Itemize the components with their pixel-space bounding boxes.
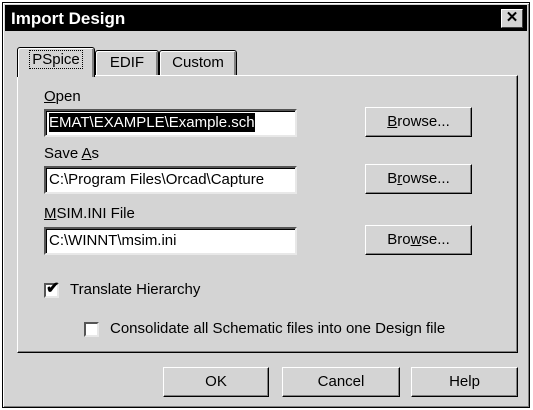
dialog-title: Import Design [11, 9, 126, 28]
consolidate-checkbox[interactable] [84, 322, 99, 337]
tab-edif-label: EDIF [109, 54, 145, 71]
open-field[interactable]: EMAT\EXAMPLE\Example.sch [44, 109, 297, 137]
close-icon: ✕ [505, 9, 519, 26]
translate-hierarchy-label: Translate Hierarchy [70, 281, 201, 298]
checkmark-icon: ✔ [46, 280, 60, 297]
save-as-label: Save As [44, 145, 100, 162]
save-as-field-value: C:\Program Files\Orcad\Capture [49, 171, 265, 188]
open-browse-button[interactable]: Browse... [365, 107, 472, 137]
close-button[interactable]: ✕ [501, 9, 523, 28]
msim-ini-browse-button[interactable]: Browse... [365, 225, 472, 255]
ok-button[interactable]: OK [163, 367, 269, 397]
tab-custom-label: Custom [172, 54, 224, 71]
tab-edif[interactable]: EDIF [95, 50, 159, 76]
save-as-browse-button[interactable]: Browse... [365, 164, 472, 194]
translate-hierarchy-checkbox[interactable]: ✔ [44, 280, 60, 298]
title-bar[interactable]: Import Design ✕ [5, 5, 527, 31]
cancel-button[interactable]: Cancel [282, 367, 400, 397]
help-button[interactable]: Help [411, 367, 518, 397]
consolidate-label: Consolidate all Schematic files into one… [110, 320, 446, 337]
tab-pspice-label: PSpice [29, 50, 83, 69]
msim-ini-field-value: C:\WINNT\msim.ini [49, 232, 177, 249]
save-as-field[interactable]: C:\Program Files\Orcad\Capture [44, 166, 297, 194]
tab-pspice[interactable]: PSpice [17, 47, 95, 77]
open-label: Open [44, 88, 81, 105]
msim-ini-label: MSIM.INI File [44, 205, 135, 222]
open-field-value: EMAT\EXAMPLE\Example.sch [49, 113, 255, 132]
msim-ini-field[interactable]: C:\WINNT\msim.ini [44, 227, 297, 255]
pspice-tab-panel: Open EMAT\EXAMPLE\Example.sch Browse... … [17, 75, 518, 353]
tab-custom[interactable]: Custom [159, 50, 237, 76]
import-design-dialog: Import Design ✕ PSpice EDIF Custom Open … [2, 2, 530, 408]
